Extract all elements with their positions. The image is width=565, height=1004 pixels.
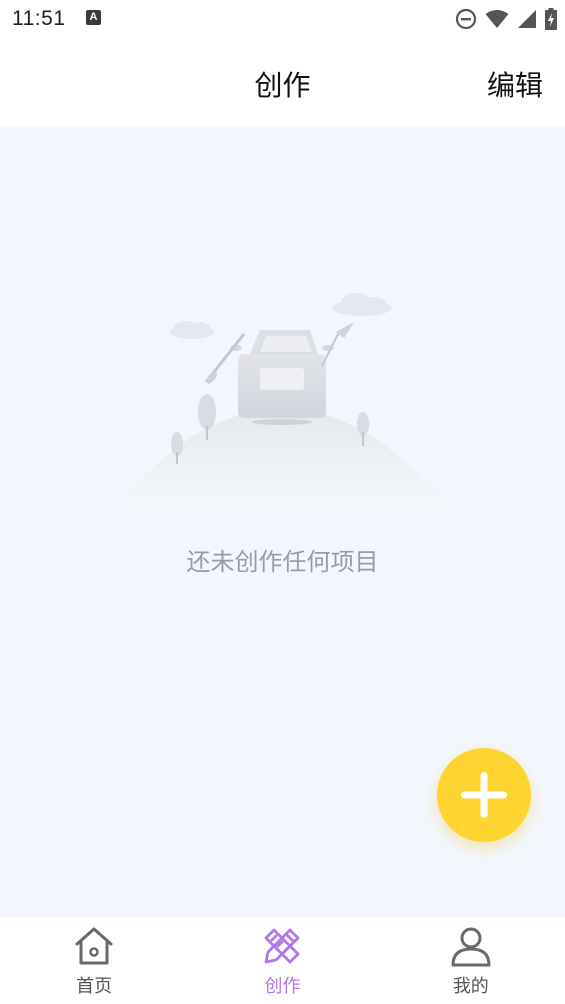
nav-label-create: 创作 [264,976,301,997]
home-icon [72,924,116,968]
do-not-disturb-icon [455,8,477,30]
status-time: 11:51 [12,7,66,30]
person-icon [449,924,493,968]
page-title: 创作 [254,69,311,102]
empty-message: 还未创作任何项目 [186,548,379,576]
status-icons [455,7,557,31]
empty-state-illustration [110,286,455,506]
plus-icon [461,772,507,818]
nav-label-profile: 我的 [452,976,489,997]
wifi-icon [485,9,509,29]
battery-charging-icon [545,8,557,30]
add-project-button[interactable] [437,748,531,842]
header: 创作 编辑 [0,40,565,126]
notification-a-icon: A [86,10,101,25]
status-bar: 11:51 A [0,0,565,40]
signal-icon [517,9,537,29]
nav-item-create[interactable]: 创作 [188,918,376,1004]
bottom-nav: 首页 创作 我的 [0,918,565,1004]
edit-button[interactable]: 编辑 [487,64,543,104]
screen: 11:51 A 创作 编辑 还未创作任何项目 首页 创作 我的 [0,0,565,1004]
content-area: 还未创作任何项目 [0,126,565,918]
nav-item-profile[interactable]: 我的 [377,918,565,1004]
nav-label-home: 首页 [76,976,113,997]
nav-item-home[interactable]: 首页 [0,918,188,1004]
pencil-ruler-icon [260,924,304,968]
